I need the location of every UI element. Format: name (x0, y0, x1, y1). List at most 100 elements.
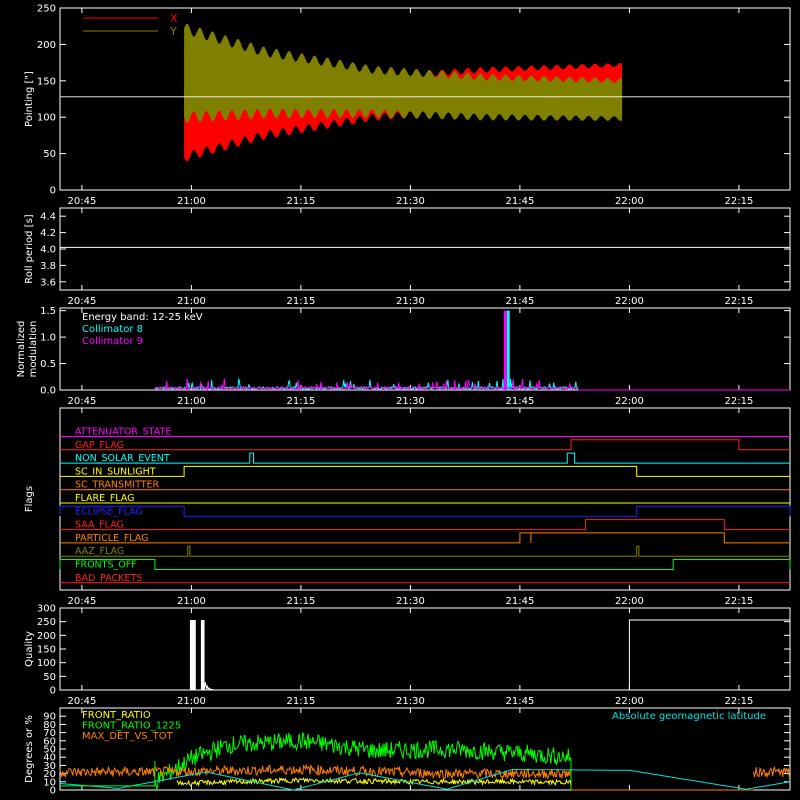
flag-label-sc-in-sunlight: SC_IN_SUNLIGHT (75, 466, 156, 477)
x-tick-label: 21:30 (396, 296, 425, 307)
flag-line-particle-flag (60, 532, 790, 544)
y-axis-label: Flags (24, 486, 35, 512)
series-front-ratio (176, 776, 572, 787)
panel-frame (59, 207, 791, 291)
quality-tail (203, 682, 215, 691)
rhessi-summary-figure: 20:45 21:00 21:15 21:30 21:45 22:00 22:15 0 50 10… (16, 4, 791, 797)
flag-label-attenuator-state: ATTENUATOR_STATE (75, 427, 171, 438)
modulation-spike (506, 310, 510, 390)
x-tick-label: 22:00 (615, 196, 644, 207)
legend-label-front-ratio-1225: FRONT_RATIO_1225 (82, 721, 181, 732)
x-tick-label: 21:15 (286, 696, 315, 707)
x-tick-label: 21:30 (396, 196, 425, 207)
x-tick-label: 22:00 (615, 396, 644, 407)
x-tick-label: 20:45 (67, 296, 96, 307)
modulation-spike (503, 310, 507, 390)
y-axis-label: Normalized (16, 321, 27, 378)
y-tick-label: 250 (37, 617, 56, 628)
legend-label-max-det-vs-tot: MAX_DET_VS_TOT (82, 731, 174, 742)
flag-label-gap-flag: GAP_FLAG (75, 440, 124, 451)
y-tick-label: 200 (37, 40, 56, 51)
y-tick-label: 4.0 (40, 245, 56, 256)
flag-label-flare-flag: FLARE_FLAG (75, 493, 135, 504)
modulation-annotation: Energy band: 12-25 keV (82, 312, 203, 323)
panel-pointing: 20:45 21:00 21:15 21:30 21:45 22:00 22:15 0 50 10… (24, 4, 791, 207)
y-tick-label: 150 (37, 76, 56, 87)
panel-quality: 20:45 21:00 21:15 21:30 21:45 22:00 22:15 0 50 10… (24, 604, 791, 707)
y-tick-label: 150 (37, 645, 56, 656)
flag-label-fronts-off: FRONTS_OFF (75, 560, 137, 571)
flag-line-eclipse-flag (59, 505, 791, 517)
legend-label-y: Y (169, 25, 177, 38)
x-tick-label: 20:45 (67, 196, 96, 207)
y-tick-label: 50 (43, 149, 56, 160)
y-tick-label: 100 (37, 113, 56, 124)
panel-modulation: 20:45 21:00 21:15 21:30 21:45 22:00 22:15 0.0 0.… (16, 306, 791, 407)
y-tick-label: 0.0 (40, 386, 56, 397)
x-tick-label: 21:00 (177, 696, 206, 707)
quality-bar (189, 620, 196, 690)
y-tick-label: 0.5 (40, 359, 56, 370)
flag-label-particle-flag: PARTICLE_FLAG (75, 533, 148, 544)
y-tick-label: 3.6 (40, 277, 56, 288)
x-tick-label: 22:15 (724, 296, 753, 307)
flag-label-bad-packets: BAD_PACKETS (75, 573, 142, 584)
legend-label-geomagnetic-latitude: Absolute geomagnetic latitude (612, 711, 766, 722)
x-tick-label: 22:15 (724, 396, 753, 407)
y-axis-label: Pointing ["] (24, 71, 35, 127)
x-tick-label: 21:15 (286, 196, 315, 207)
y-tick-label: 0 (50, 686, 56, 697)
y-axis-label: Quality (24, 631, 35, 667)
flag-label-sc-transmitter: SC_TRANSMITTER (75, 480, 160, 491)
front-ratio-1225-lead (60, 761, 156, 787)
x-tick-label: 21:00 (177, 396, 206, 407)
y-tick-label: 3.8 (40, 261, 56, 272)
x-tick-label: 22:15 (724, 196, 753, 207)
x-tick-label: 22:15 (724, 696, 753, 707)
y-tick-label: 300 (37, 604, 56, 615)
flag-line-saa-flag (60, 519, 790, 531)
flag-line-sc-in-sunlight (60, 465, 790, 477)
x-tick-label: 21:30 (396, 596, 425, 607)
x-tick-label: 21:30 (396, 696, 425, 707)
y-tick-label: 50 (43, 672, 56, 683)
x-tick-label: 22:00 (615, 696, 644, 707)
panel-flags: 20:45 21:00 21:15 21:30 21:45 22:00 22:15 Flags… (24, 407, 791, 607)
x-tick-label: 21:00 (177, 596, 206, 607)
flag-line-fronts-off (59, 559, 791, 570)
x-tick-label: 21:45 (505, 696, 534, 707)
x-tick-label: 20:45 (67, 396, 96, 407)
x-tick-label: 21:45 (505, 596, 534, 607)
x-tick-label: 21:30 (396, 396, 425, 407)
x-tick-label: 21:15 (286, 296, 315, 307)
x-tick-label: 21:15 (286, 596, 315, 607)
x-tick-label: 21:45 (505, 196, 534, 207)
x-tick-label: 21:45 (505, 396, 534, 407)
x-tick-label: 22:00 (615, 296, 644, 307)
modulation-annotation: Collimator 8 (82, 324, 143, 335)
y-tick-label: 4.4 (40, 212, 56, 223)
x-tick-label: 21:00 (177, 196, 206, 207)
y-axis-label: Roll period [s] (24, 214, 35, 283)
y-tick-label: 1.5 (40, 306, 56, 317)
legend-label-front-ratio: FRONT_RATIO (82, 710, 151, 721)
panel-front-ratio: 0102030405060708090Degrees or % FRONT_RAT… (24, 707, 791, 797)
quality-bar (628, 619, 790, 690)
y-axis-label: modulation (28, 321, 39, 378)
modulation-annotation: Collimator 9 (82, 336, 143, 347)
y-tick-label: 90 (43, 712, 56, 723)
flag-line-aaz-flag (60, 545, 790, 557)
flag-label-aaz-flag: AAZ_FLAG (75, 546, 124, 557)
x-tick-label: 21:15 (286, 396, 315, 407)
y-tick-label: 4.2 (40, 228, 56, 239)
y-tick-label: 0 (50, 186, 56, 197)
x-tick-label: 22:15 (724, 596, 753, 607)
legend-label-x: X (170, 12, 178, 25)
y-tick-label: 1.0 (40, 333, 56, 344)
x-tick-label: 20:45 (67, 696, 96, 707)
x-tick-label: 21:00 (177, 296, 206, 307)
x-tick-label: 20:45 (67, 596, 96, 607)
flag-label-saa-flag: SAA_FLAG (75, 520, 124, 531)
y-tick-label: 250 (37, 4, 56, 15)
flag-line-gap-flag (60, 439, 790, 451)
